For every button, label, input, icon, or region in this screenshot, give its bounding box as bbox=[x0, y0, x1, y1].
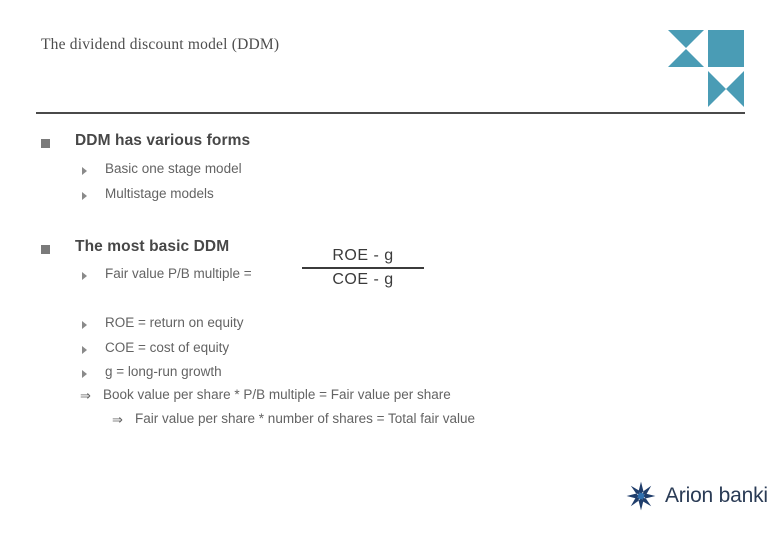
geometric-corner-logo bbox=[668, 30, 744, 108]
brand-name-label: Arion banki bbox=[665, 484, 768, 507]
formula-fraction: ROE - g COE - g bbox=[302, 247, 424, 289]
logo-bowtie-horizontal-icon bbox=[708, 71, 744, 108]
logo-bowtie-vertical-icon bbox=[668, 30, 704, 67]
list-item: g = long-run growth bbox=[82, 364, 222, 379]
brand-logo: Arion banki bbox=[626, 481, 768, 511]
conclusion-label: Fair value per share * number of shares … bbox=[135, 411, 476, 426]
list-item: Basic one stage model bbox=[82, 161, 242, 176]
list-item: COE = cost of equity bbox=[82, 340, 229, 355]
logo-square-icon bbox=[708, 30, 744, 67]
conclusion-item-secondary: ⇒ Fair value per share * number of share… bbox=[112, 411, 475, 426]
square-bullet-icon bbox=[41, 139, 50, 148]
starburst-icon bbox=[626, 481, 656, 511]
triangle-bullet-icon bbox=[82, 321, 87, 329]
triangle-bullet-icon bbox=[82, 370, 87, 378]
list-item-label: Basic one stage model bbox=[105, 161, 242, 176]
list-item-label: Multistage models bbox=[105, 186, 214, 201]
list-item: ROE = return on equity bbox=[82, 315, 243, 330]
list-item-label: Fair value P/B multiple = bbox=[105, 266, 252, 281]
section-heading-label: DDM has various forms bbox=[75, 132, 251, 149]
list-item-label: ROE = return on equity bbox=[105, 315, 244, 330]
list-item-label: COE = cost of equity bbox=[105, 340, 230, 355]
list-item: Fair value P/B multiple = bbox=[82, 266, 252, 281]
double-arrow-icon: ⇒ bbox=[80, 388, 91, 403]
section-heading-1: DDM has various forms bbox=[41, 132, 250, 150]
slide-canvas: The dividend discount model (DDM) DDM ha… bbox=[0, 0, 780, 540]
title-divider bbox=[36, 112, 745, 114]
triangle-bullet-icon bbox=[82, 272, 87, 280]
section-heading-label: The most basic DDM bbox=[75, 238, 230, 255]
triangle-bullet-icon bbox=[82, 167, 87, 175]
triangle-bullet-icon bbox=[82, 192, 87, 200]
double-arrow-icon: ⇒ bbox=[112, 412, 123, 427]
page-title: The dividend discount model (DDM) bbox=[41, 36, 280, 53]
section-heading-2: The most basic DDM bbox=[41, 238, 229, 256]
formula-denominator: COE - g bbox=[332, 270, 394, 288]
conclusion-item-primary: ⇒ Book value per share * P/B multiple = … bbox=[80, 387, 451, 402]
list-item: Multistage models bbox=[82, 186, 214, 201]
square-bullet-icon bbox=[41, 245, 50, 254]
conclusion-label: Book value per share * P/B multiple = Fa… bbox=[103, 387, 451, 402]
triangle-bullet-icon bbox=[82, 346, 87, 354]
formula-numerator: ROE - g bbox=[332, 247, 394, 264]
list-item-label: g = long-run growth bbox=[105, 364, 222, 379]
